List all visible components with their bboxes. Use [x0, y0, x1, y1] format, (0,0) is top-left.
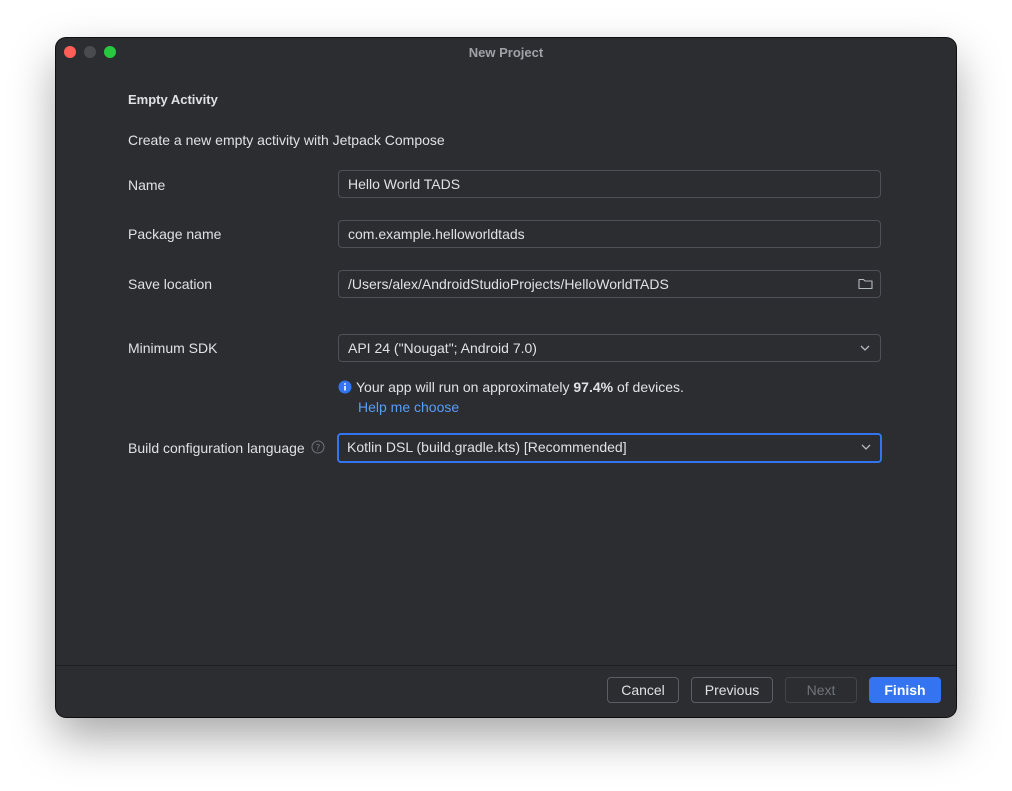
finish-button[interactable]: Finish: [869, 677, 941, 703]
cancel-button[interactable]: Cancel: [607, 677, 679, 703]
minimum-sdk-label: Minimum SDK: [128, 340, 218, 356]
build-config-language-label: Build configuration language: [128, 440, 305, 456]
chevron-down-icon: [860, 345, 870, 351]
window-title: New Project: [468, 45, 544, 60]
page-description: Create a new empty activity with Jetpack…: [128, 132, 445, 148]
package-name-label: Package name: [128, 226, 222, 242]
name-label: Name: [128, 177, 166, 193]
svg-text:?: ?: [316, 443, 321, 453]
package-name-field[interactable]: com.example.helloworldtads: [338, 220, 881, 248]
package-name-value: com.example.helloworldtads: [348, 226, 525, 242]
name-value: Hello World TADS: [348, 176, 461, 192]
device-coverage-percent: 97.4%: [573, 379, 614, 395]
build-config-language-dropdown[interactable]: Kotlin DSL (build.gradle.kts) [Recommend…: [337, 433, 882, 463]
page-heading: Empty Activity: [128, 92, 218, 107]
info-icon: [338, 380, 352, 394]
device-coverage-text: Your app will run on approximately 97.4%…: [356, 379, 684, 395]
new-project-dialog: New Project Empty Activity Create a new …: [56, 38, 956, 717]
previous-button[interactable]: Previous: [691, 677, 773, 703]
next-button[interactable]: Next: [785, 677, 857, 703]
minimum-sdk-dropdown[interactable]: API 24 ("Nougat"; Android 7.0): [338, 334, 881, 362]
title-bar: New Project: [56, 38, 956, 66]
name-field[interactable]: Hello World TADS: [338, 170, 881, 198]
folder-icon[interactable]: [858, 277, 873, 290]
chevron-down-icon: [861, 444, 871, 450]
help-me-choose-link[interactable]: Help me choose: [358, 399, 459, 415]
save-location-field[interactable]: /Users/alex/AndroidStudioProjects/HelloW…: [338, 270, 881, 298]
build-config-language-value: Kotlin DSL (build.gradle.kts) [Recommend…: [347, 439, 627, 455]
save-location-label: Save location: [128, 276, 213, 292]
minimum-sdk-value: API 24 ("Nougat"; Android 7.0): [348, 340, 537, 356]
dialog-footer: Cancel Previous Next Finish: [56, 665, 956, 717]
help-question-icon[interactable]: ?: [311, 440, 325, 454]
save-location-value: /Users/alex/AndroidStudioProjects/HelloW…: [348, 276, 669, 292]
